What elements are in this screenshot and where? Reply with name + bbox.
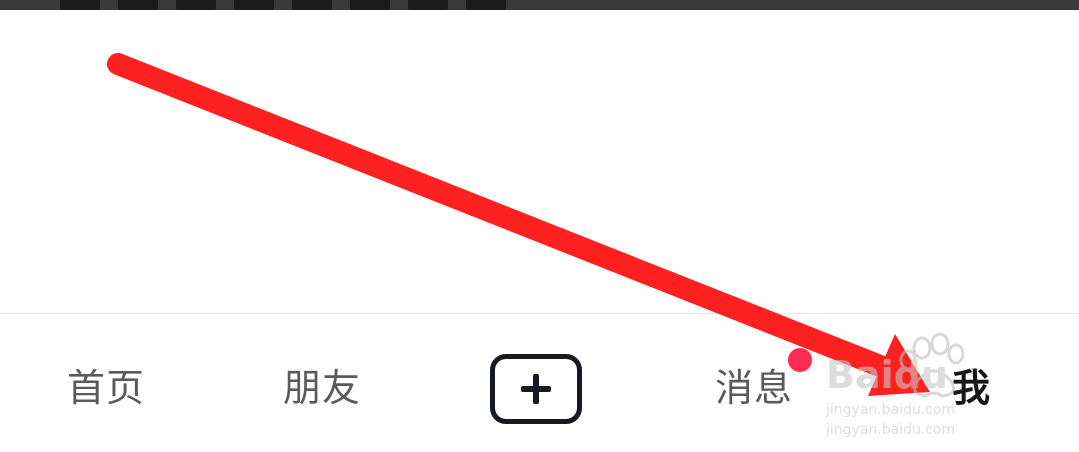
tab-messages[interactable]: 消息 [715, 364, 793, 412]
publish-button[interactable] [490, 354, 582, 424]
tab-friends[interactable]: 朋友 [283, 364, 361, 412]
plus-icon [521, 374, 551, 404]
tab-me[interactable]: 我 [952, 364, 991, 412]
tab-home[interactable]: 首页 [67, 364, 145, 412]
content-area [0, 10, 1079, 313]
bottom-tab-bar: 首页 朋友 消息 我 [0, 313, 1079, 452]
